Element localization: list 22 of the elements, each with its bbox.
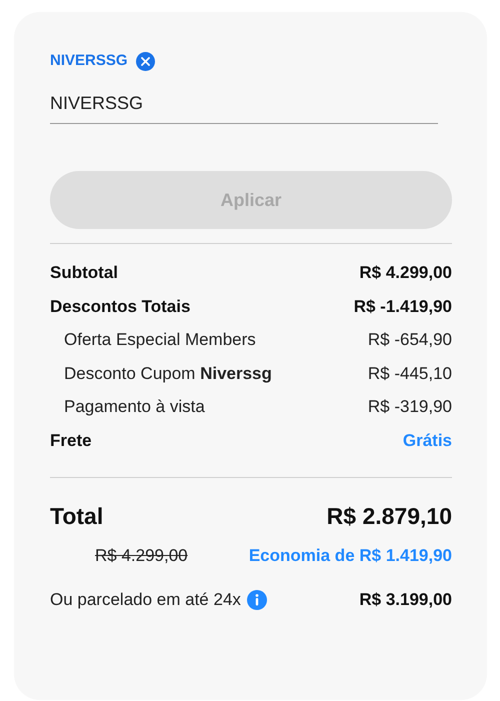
total-label: Total (50, 502, 104, 531)
coupon-tag: NIVERSSG (50, 50, 128, 72)
summary-value: R$ -654,90 (368, 329, 452, 351)
info-icon[interactable] (246, 590, 267, 610)
summary-label: Oferta Especial Members (64, 329, 256, 351)
total-value: R$ 2.879,10 (326, 502, 452, 531)
old-price: R$ 4.299,00 (95, 545, 188, 568)
summary-label: Frete (50, 430, 92, 452)
summary-value: Grátis (402, 430, 452, 452)
installments-value: R$ 3.199,00 (359, 589, 452, 612)
savings-text: Economia de R$ 1.419,90 (248, 545, 452, 568)
summary-value: R$ 4.299,00 (359, 262, 452, 284)
summary-value: R$ -319,90 (368, 396, 452, 418)
coupon-input[interactable]: NIVERSSG (50, 84, 438, 124)
summary-value: R$ -445,10 (368, 362, 452, 384)
summary-label: Descontos Totais (50, 296, 190, 318)
installments-label: Ou parcelado em até 24x (50, 589, 241, 612)
summary-label: Pagamento à vista (64, 396, 205, 418)
summary-label: Desconto Cupom Niverssg (64, 362, 272, 385)
remove-coupon-icon[interactable] (136, 52, 155, 70)
summary-label: Subtotal (50, 262, 118, 284)
summary-value: R$ -1.419,90 (354, 296, 452, 318)
